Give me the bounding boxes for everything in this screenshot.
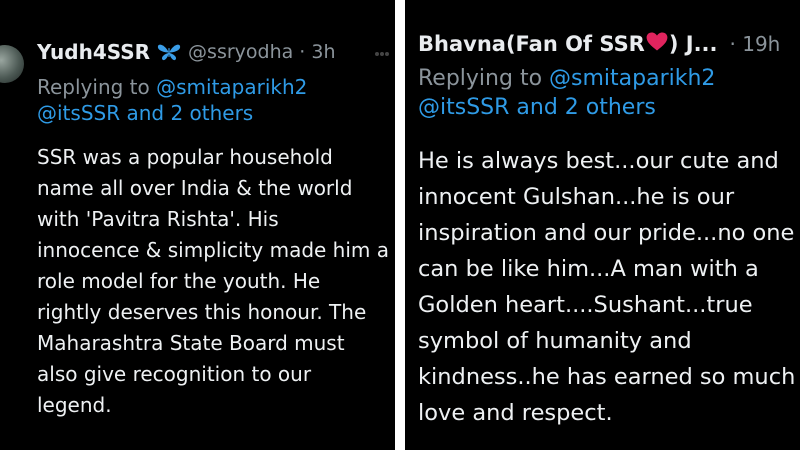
avatar[interactable] [0,45,24,83]
tweet-text-line: Golden heart....Sushant...true [418,292,753,318]
tweet-text-line: inspiration and our pride...no one [418,220,795,246]
mention-link[interactable]: @smitaparikh2 [156,75,307,99]
author-name-part: Bhavna(Fan Of SSR [418,32,645,56]
butterfly-icon [156,42,182,62]
tweet-card-right[interactable]: Bhavna(Fan Of SSR ) J... · 19h Replying t… [405,0,800,450]
author-name[interactable]: Yudh4SSR [37,40,150,64]
tweet-text: SSR was a popular household name all ove… [37,142,389,421]
tweet-text-line: can be like him...A man with a [418,256,759,282]
time-stamp[interactable]: · 19h [730,32,781,56]
tweet-text-line: love and respect. [418,400,613,426]
replying-to-label: Replying to [37,75,157,99]
tweet-text-line: He is always best...our cute and [418,148,779,174]
tweet-card-left[interactable]: Yudh4SSR @ssryodha · 3h Replying to @smi… [0,0,395,450]
mention-link[interactable]: @itsSSR and 2 others [37,101,253,125]
tweet-text-line: symbol of humanity and [418,328,692,354]
tweet-text-line: name all over India & the world [37,176,353,200]
tweet-text-line: innocence & simplicity made him a [37,238,390,262]
tweet-text-line: kindness..he has earned so much [418,364,796,390]
mention-link[interactable]: @smitaparikh2 [549,66,715,91]
tweet-text-line: legend. [37,393,112,417]
tweet-text-line: innocent Gulshan...he is our [418,184,735,210]
tweet-text: He is always best...our cute and innocen… [418,143,795,431]
mention-link[interactable]: @itsSSR and 2 others [418,95,656,120]
replying-to-label: Replying to [418,66,550,91]
replying-to: Replying to @smitaparikh2 @itsSSR and 2 … [418,64,798,122]
replying-to: Replying to @smitaparikh2 @itsSSR and 2 … [37,74,387,126]
tweet-text-line: rightly deserves this honour. The [37,300,367,324]
more-options-icon[interactable] [375,52,389,56]
tweet-text-line: also give recognition to our [37,362,312,386]
tweet-text-line: SSR was a popular household [37,145,333,169]
handle-and-time[interactable]: @ssryodha · 3h [188,41,335,63]
author-name[interactable]: Bhavna(Fan Of SSR ) J... [418,32,718,56]
tweet-header: Yudh4SSR @ssryodha · 3h [37,40,336,64]
tweet-text-line: role model for the youth. He [37,269,321,293]
tweet-text-line: Maharashtra State Board must [37,331,345,355]
heart-icon [646,32,668,51]
author-name-part: ) J... [668,32,718,56]
tweet-header: Bhavna(Fan Of SSR ) J... · 19h [418,32,780,56]
tweet-text-line: with 'Pavitra Rishta'. His [37,207,279,231]
